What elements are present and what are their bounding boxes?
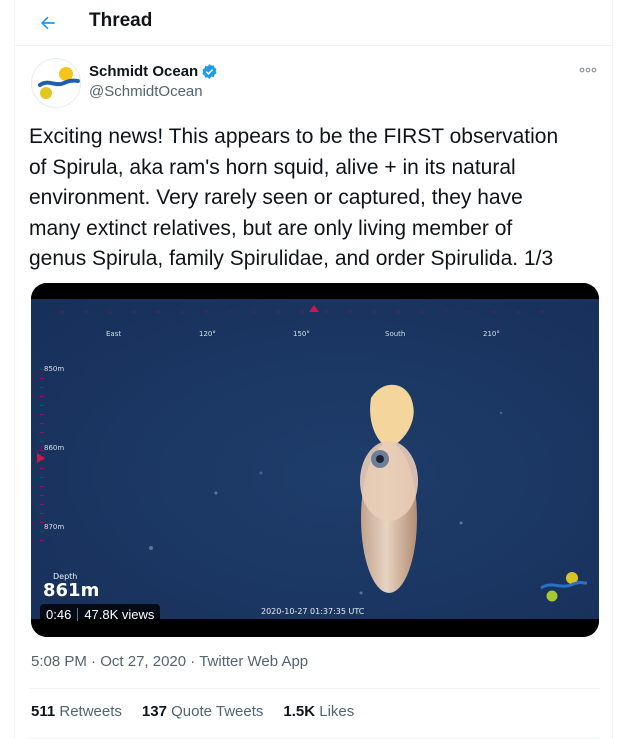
depth-scale-label: 870m xyxy=(44,523,65,531)
video-player[interactable]: East 120° 150° South 210° 850m 860m 870m… xyxy=(31,283,599,637)
compass-label: East xyxy=(106,330,122,338)
tweet-text-line: many extinct relatives, but are only liv… xyxy=(29,216,513,240)
author-name-row[interactable]: Schmidt Ocean xyxy=(89,63,218,80)
retweets-stat[interactable]: 511 Retweets xyxy=(31,703,122,720)
tweet-text: Exciting news! This appears to be the FI… xyxy=(29,122,604,275)
depth-scale-label: 850m xyxy=(44,365,65,373)
badge-divider xyxy=(77,608,79,621)
video-timestamp: 2020-10-27 01:37:35 UTC xyxy=(261,607,365,616)
quote-tweets-label: Quote Tweets xyxy=(171,703,264,720)
tweet-date[interactable]: Oct 27, 2020 xyxy=(100,653,186,670)
quote-tweets-stat[interactable]: 137 Quote Tweets xyxy=(142,703,263,720)
compass-label: 210° xyxy=(483,330,500,338)
depth-scale-label: 860m xyxy=(44,444,65,452)
tweet-text-line: Exciting news! This appears to be the FI… xyxy=(29,125,559,148)
thread-header: Thread xyxy=(15,0,614,46)
likes-label: Likes xyxy=(319,703,355,720)
quote-tweets-count: 137 xyxy=(141,703,167,720)
tweet-stats: 511 Retweets 137 Quote Tweets 1.5K Likes xyxy=(31,703,354,720)
schmidt-ocean-logo xyxy=(38,67,80,99)
arrow-left-icon xyxy=(41,16,55,30)
video-info-badge: 0:46 47.8K views xyxy=(40,604,161,625)
video-duration: 0:46 xyxy=(46,607,72,622)
compass-label: South xyxy=(385,330,406,338)
divider xyxy=(29,688,600,689)
more-options-button[interactable] xyxy=(578,62,598,78)
retweets-label: Retweets xyxy=(59,703,122,720)
back-button[interactable] xyxy=(33,8,63,38)
depth-value: 861m xyxy=(43,580,100,601)
avatar[interactable] xyxy=(31,58,81,108)
author-name: Schmidt Ocean xyxy=(89,63,199,80)
video-views: 47.8K views xyxy=(84,607,155,622)
tweet-time[interactable]: 5:08 PM xyxy=(31,653,87,670)
likes-stat[interactable]: 1.5K Likes xyxy=(283,703,354,720)
author-handle[interactable]: @SchmidtOcean xyxy=(89,83,203,100)
likes-count: 1.5K xyxy=(283,703,316,720)
more-options-icon xyxy=(579,67,597,73)
page-title: Thread xyxy=(89,10,153,31)
tweet-meta: 5:08 PM · Oct 27, 2020 · Twitter Web App xyxy=(31,653,308,670)
retweets-count: 511 xyxy=(31,703,56,720)
compass-label: 120° xyxy=(199,330,216,338)
tweet-text-line: genus Spirula, family Spirulidae, and or… xyxy=(29,247,554,270)
tweet-text-line: environment. Very rarely seen or capture… xyxy=(29,186,523,209)
tweet-source[interactable]: Twitter Web App xyxy=(199,653,308,670)
thread-panel: Thread Schmidt Ocean @SchmidtOcean Excit… xyxy=(14,0,614,739)
compass-label: 150° xyxy=(293,330,310,338)
meta-dot: · xyxy=(190,653,200,670)
meta-dot: · xyxy=(91,653,101,670)
verified-badge-icon xyxy=(202,64,217,79)
tweet-text-line: of Spirula, aka ram's horn squid, alive … xyxy=(29,155,516,179)
